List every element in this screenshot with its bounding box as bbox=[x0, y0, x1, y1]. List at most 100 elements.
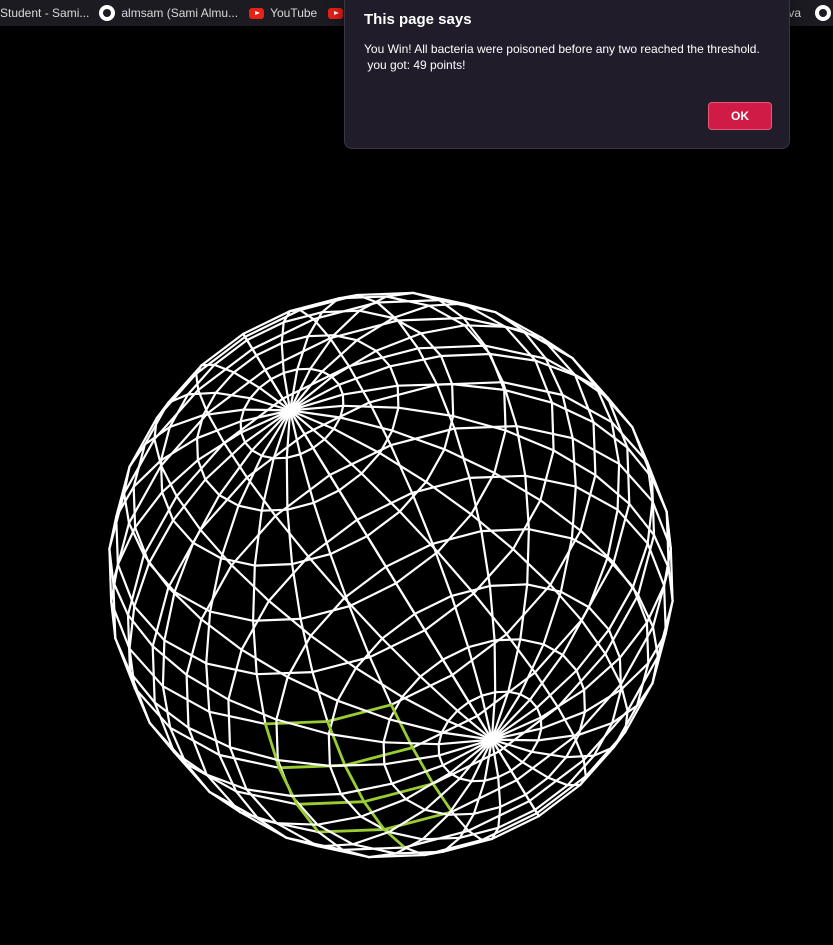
meridian-edge bbox=[453, 427, 471, 479]
meridian-edge bbox=[587, 556, 609, 609]
meridian-edge bbox=[431, 542, 453, 598]
latitude-edge bbox=[577, 710, 587, 736]
bookmark-partial-label[interactable]: va bbox=[788, 6, 801, 20]
latitude-edge bbox=[604, 593, 640, 655]
latitude-edge bbox=[519, 693, 532, 701]
latitude-edge bbox=[524, 776, 550, 796]
latitude-edge bbox=[355, 339, 378, 352]
latitude-edge bbox=[336, 666, 357, 702]
meridian-edge bbox=[526, 528, 531, 586]
bacteria-edge bbox=[326, 703, 393, 723]
meridian-edge bbox=[199, 528, 233, 567]
meridian-edge bbox=[396, 319, 420, 350]
meridian-edge bbox=[646, 500, 654, 545]
bookmark-youtube[interactable]: YouTube bbox=[244, 2, 323, 24]
meridian-edge bbox=[535, 669, 578, 709]
latitude-edge bbox=[493, 638, 522, 642]
meridian-edge bbox=[497, 775, 502, 809]
meridian-edge bbox=[290, 792, 342, 798]
latitude-edge bbox=[441, 764, 452, 775]
meridian-edge bbox=[480, 837, 494, 842]
latitude-edge bbox=[285, 453, 302, 459]
meridian-edge bbox=[493, 639, 497, 694]
meridian-edge bbox=[311, 670, 329, 723]
browser-viewport: Student - Sami... almsam (Sami Almu... Y… bbox=[0, 0, 833, 945]
latitude-edge bbox=[440, 354, 454, 386]
latitude-edge bbox=[451, 383, 455, 418]
latitude-edge bbox=[185, 618, 203, 677]
meridian-edge bbox=[612, 730, 627, 749]
meridian-edge bbox=[448, 738, 493, 775]
bookmark-student[interactable]: Student - Sami... bbox=[0, 2, 95, 24]
latitude-edge bbox=[309, 596, 346, 637]
latitude-edge bbox=[521, 750, 533, 764]
meridian-edge bbox=[368, 655, 393, 706]
meridian-edge bbox=[341, 848, 370, 859]
bookmark-github-almsam[interactable]: almsam (Sami Almu... bbox=[95, 2, 244, 24]
latitude-edge bbox=[456, 700, 470, 712]
latitude-edge bbox=[425, 448, 446, 483]
latitude-edge bbox=[343, 565, 387, 600]
meridian-edge bbox=[549, 583, 583, 622]
meridian-edge bbox=[232, 371, 261, 389]
latitude-edge bbox=[419, 658, 444, 678]
wireframe-sphere[interactable] bbox=[0, 26, 833, 945]
game-canvas[interactable] bbox=[0, 26, 833, 945]
latitude-edge bbox=[338, 383, 344, 396]
meridian-edge bbox=[462, 302, 497, 314]
latitude-edge bbox=[416, 344, 487, 350]
meridian-edge bbox=[425, 480, 473, 516]
bacteria-edge bbox=[362, 800, 386, 831]
meridian-edge bbox=[468, 476, 483, 533]
meridian-edge bbox=[561, 393, 574, 440]
dialog-message: You Win! All bacteria were poisoned befo… bbox=[364, 41, 774, 73]
bookmark-student-label: Student - Sami... bbox=[0, 6, 90, 20]
latitude-edge bbox=[208, 710, 267, 726]
meridian-edge bbox=[497, 805, 502, 829]
bookmarks-right: va bbox=[788, 0, 833, 26]
meridian-edge bbox=[511, 547, 552, 586]
latitude-edge bbox=[382, 718, 391, 744]
bacteria-edge bbox=[295, 800, 366, 806]
ok-button[interactable]: OK bbox=[708, 102, 772, 130]
meridian-edge bbox=[341, 384, 399, 396]
latitude-edge bbox=[396, 384, 400, 409]
latitude-edge bbox=[458, 777, 473, 783]
github-icon[interactable] bbox=[815, 5, 831, 21]
latitude-edge bbox=[275, 718, 279, 762]
latitude-edge bbox=[579, 474, 597, 532]
meridian-edge bbox=[521, 761, 550, 779]
meridian-edge bbox=[515, 425, 527, 477]
latitude-edge bbox=[307, 518, 359, 558]
meridian-edge bbox=[339, 416, 394, 432]
latitude-edge bbox=[329, 535, 369, 556]
latitude-edge bbox=[570, 537, 609, 560]
meridian-edge bbox=[582, 758, 587, 778]
latitude-edge bbox=[205, 662, 258, 676]
meridian-edge bbox=[542, 590, 563, 646]
latitude-edge bbox=[381, 612, 416, 640]
meridian-edge bbox=[616, 462, 621, 511]
meridian-edge bbox=[288, 308, 302, 313]
latitude-edge bbox=[312, 438, 326, 450]
latitude-edge bbox=[515, 425, 574, 440]
latitude-edge bbox=[323, 427, 335, 441]
latitude-edge bbox=[376, 299, 441, 304]
meridian-edge bbox=[383, 754, 441, 766]
meridian-edge bbox=[220, 504, 240, 560]
latitude-edge bbox=[132, 485, 137, 529]
meridian-edge bbox=[316, 815, 363, 826]
meridian-edge bbox=[329, 552, 351, 608]
meridian-edge bbox=[205, 610, 212, 665]
latitude-edge bbox=[447, 709, 459, 723]
latitude-edge bbox=[312, 489, 341, 504]
dialog-message-line2: you got: 49 points! bbox=[364, 58, 466, 72]
meridian-edge bbox=[451, 383, 506, 391]
latitude-edge bbox=[249, 386, 261, 400]
meridian-edge bbox=[161, 639, 166, 688]
latitude-edge bbox=[142, 495, 178, 557]
latitude-edge bbox=[242, 397, 252, 411]
meridian-edge bbox=[289, 375, 334, 412]
alert-dialog: This page says You Win! All bacteria wer… bbox=[344, 0, 790, 149]
latitude-edge bbox=[299, 446, 315, 456]
